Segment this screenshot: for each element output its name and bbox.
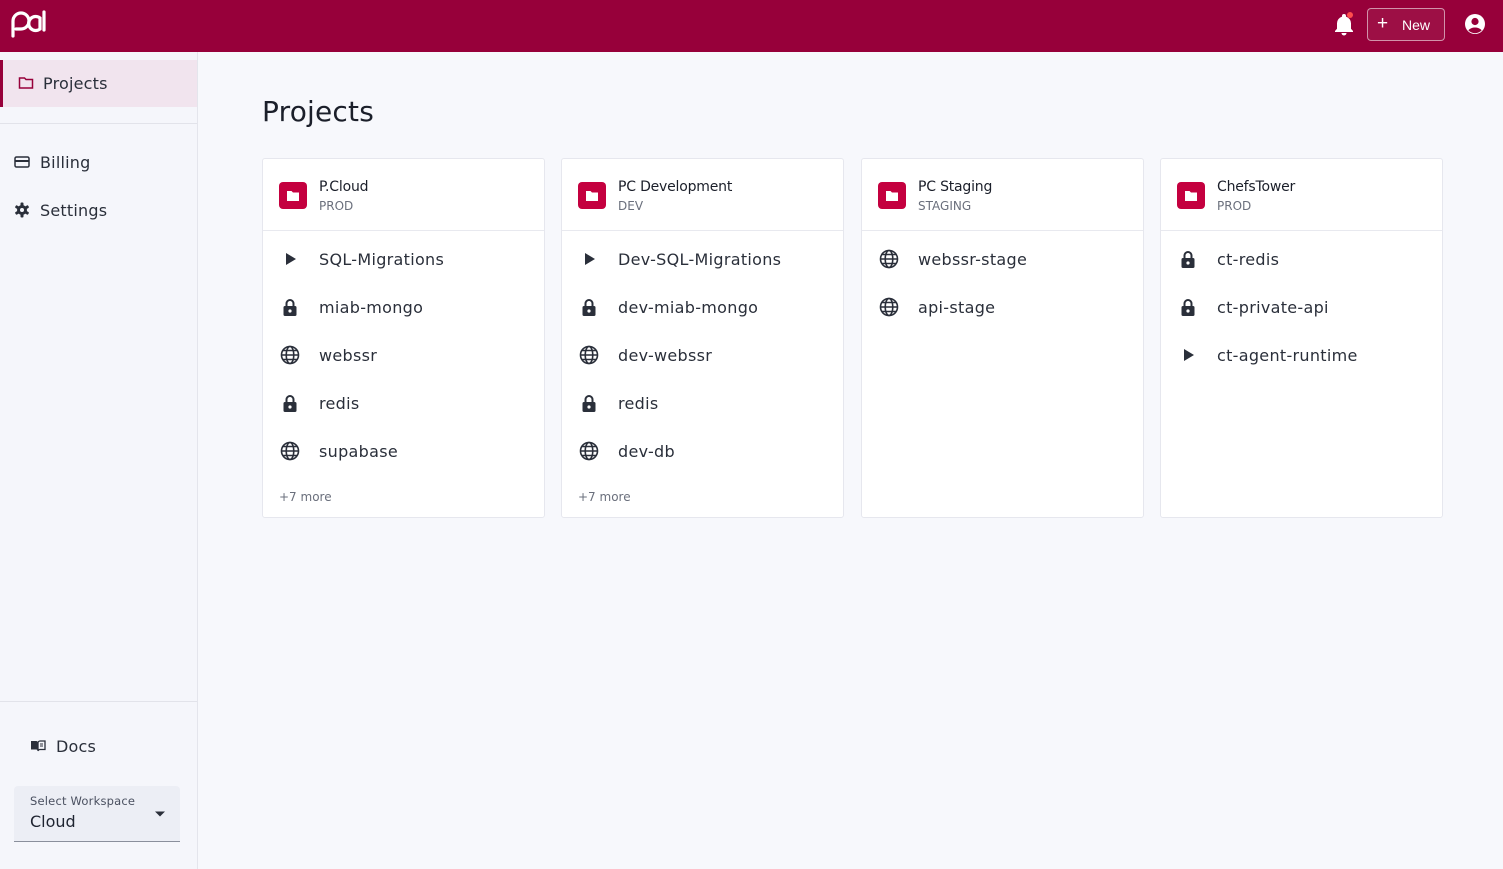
service-name: SQL-Migrations [319, 250, 445, 269]
service-name: dev-miab-mongo [618, 298, 759, 317]
caret-down-icon [155, 811, 165, 817]
credit-card-icon [14, 156, 30, 168]
new-button-label: New [1402, 17, 1431, 33]
project-card-pc-staging[interactable]: PC Staging STAGING webssr-stage api-stag… [861, 158, 1144, 518]
play-icon [286, 253, 296, 265]
service-row[interactable]: redis [263, 383, 544, 423]
service-name: api-stage [918, 298, 996, 317]
globe-icon [879, 249, 899, 269]
sidebar-item-label: Settings [40, 201, 108, 220]
project-env: PROD [319, 199, 354, 213]
workspace-select-label: Select Workspace [30, 794, 136, 808]
folder-icon [279, 182, 307, 209]
folder-icon [878, 182, 906, 209]
pa-logo-icon[interactable] [9, 8, 47, 38]
project-env: STAGING [918, 199, 972, 213]
notification-dot [1347, 12, 1353, 18]
service-row[interactable]: miab-mongo [263, 287, 544, 327]
service-name: dev-db [618, 442, 675, 461]
gear-icon [15, 202, 29, 218]
service-row[interactable]: ct-redis [1161, 239, 1442, 279]
project-name: ChefsTower [1217, 179, 1296, 195]
project-env: PROD [1217, 199, 1252, 213]
project-card-pcloud[interactable]: P.Cloud PROD SQL-Migrations miab-mongo w… [262, 158, 545, 518]
service-row[interactable]: dev-miab-mongo [562, 287, 843, 327]
service-name: ct-agent-runtime [1217, 346, 1358, 365]
sidebar-item-label: Billing [40, 153, 91, 172]
service-row[interactable]: ct-agent-runtime [1161, 335, 1442, 375]
project-name: PC Staging [918, 179, 993, 195]
project-card-pc-development[interactable]: PC Development DEV Dev-SQL-Migrations de… [561, 158, 844, 518]
project-env: DEV [618, 199, 644, 213]
project-name: PC Development [618, 179, 733, 195]
project-card-header[interactable]: PC Staging STAGING [862, 159, 1143, 231]
lock-icon [582, 299, 596, 316]
lock-icon [283, 395, 297, 412]
project-card-header[interactable]: PC Development DEV [562, 159, 843, 231]
sidebar-item-billing[interactable]: Billing [0, 140, 197, 187]
project-card-header[interactable]: P.Cloud PROD [263, 159, 544, 231]
service-row[interactable]: supabase [263, 431, 544, 471]
more-services-link[interactable]: +7 more [279, 490, 332, 504]
book-open-icon [31, 740, 46, 752]
plus-icon: + [1377, 13, 1389, 34]
sidebar-item-settings[interactable]: Settings [0, 188, 197, 235]
globe-icon [280, 441, 300, 461]
workspace-select-value: Cloud [30, 812, 76, 831]
project-card-chefstower[interactable]: ChefsTower PROD ct-redis ct-private-api … [1160, 158, 1443, 518]
globe-icon [280, 345, 300, 365]
service-name: redis [618, 394, 659, 413]
lock-icon [582, 395, 596, 412]
service-name: supabase [319, 442, 398, 461]
service-row[interactable]: dev-webssr [562, 335, 843, 375]
service-name: webssr-stage [918, 250, 1028, 269]
service-row[interactable]: api-stage [862, 287, 1143, 327]
lock-icon [283, 299, 297, 316]
sidebar-item-label: Docs [56, 737, 97, 756]
sidebar: Projects Billing Settings Docs Select Wo… [0, 52, 198, 869]
sidebar-item-projects[interactable]: Projects [0, 60, 197, 107]
folder-outline-icon [18, 77, 34, 89]
service-name: dev-webssr [618, 346, 713, 365]
sidebar-item-label: Projects [43, 74, 108, 93]
sidebar-item-docs[interactable]: Docs [0, 722, 197, 769]
sidebar-divider [0, 123, 197, 124]
lock-icon [1181, 251, 1195, 268]
globe-icon [579, 345, 599, 365]
globe-icon [879, 297, 899, 317]
service-name: redis [319, 394, 360, 413]
service-row[interactable]: webssr [263, 335, 544, 375]
sidebar-divider [0, 701, 197, 702]
new-button[interactable]: + New [1367, 8, 1445, 41]
play-icon [585, 253, 595, 265]
service-name: ct-redis [1217, 250, 1280, 269]
more-services-link[interactable]: +7 more [578, 490, 631, 504]
service-row[interactable]: dev-db [562, 431, 843, 471]
lock-icon [1181, 299, 1195, 316]
service-row[interactable]: redis [562, 383, 843, 423]
service-name: webssr [319, 346, 378, 365]
service-row[interactable]: Dev-SQL-Migrations [562, 239, 843, 279]
page-title: Projects [262, 95, 374, 128]
project-card-header[interactable]: ChefsTower PROD [1161, 159, 1442, 231]
service-row[interactable]: ct-private-api [1161, 287, 1442, 327]
play-icon [1184, 349, 1194, 361]
service-row[interactable]: webssr-stage [862, 239, 1143, 279]
service-name: Dev-SQL-Migrations [618, 250, 782, 269]
project-name: P.Cloud [319, 179, 369, 195]
folder-icon [1177, 182, 1205, 209]
service-name: ct-private-api [1217, 298, 1329, 317]
folder-icon [578, 182, 606, 209]
workspace-select[interactable]: Select Workspace Cloud [14, 786, 180, 842]
top-bar: + New [0, 0, 1503, 52]
account-circle-icon[interactable] [1463, 12, 1487, 36]
globe-icon [579, 441, 599, 461]
service-name: miab-mongo [319, 298, 424, 317]
service-row[interactable]: SQL-Migrations [263, 239, 544, 279]
